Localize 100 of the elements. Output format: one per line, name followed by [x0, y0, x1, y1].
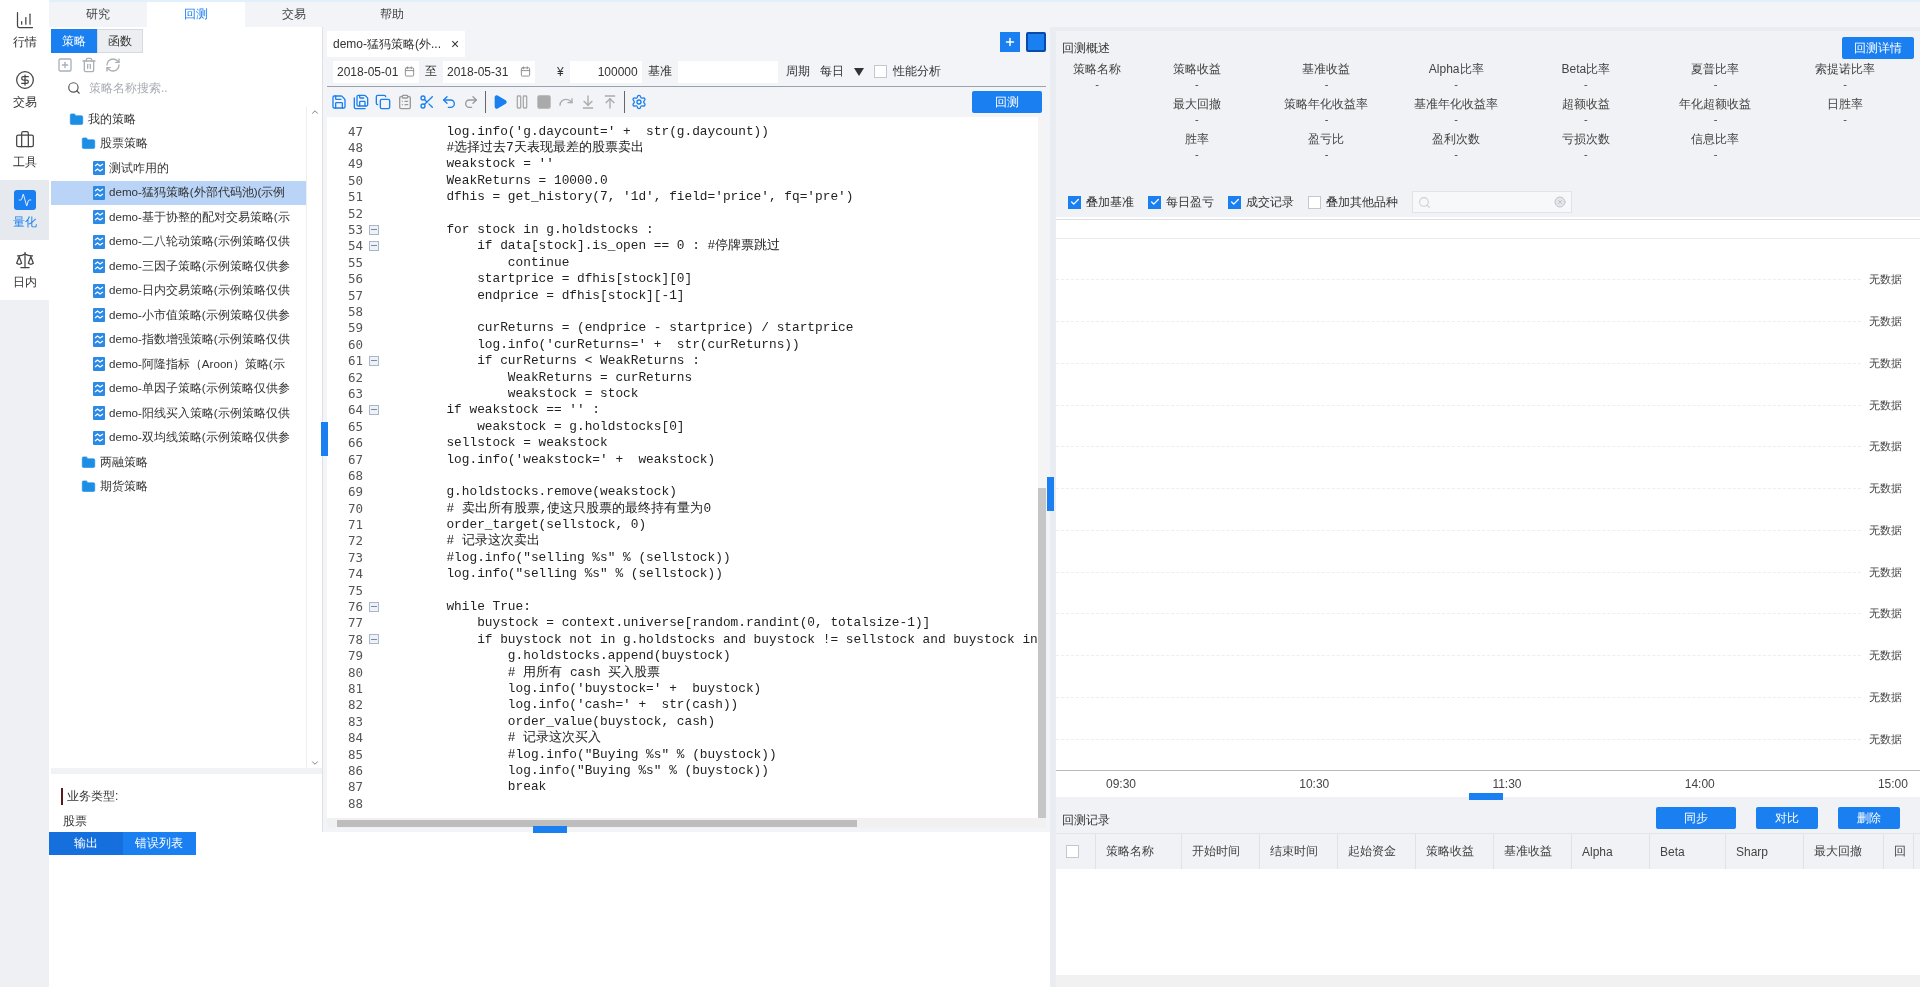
fold-toggle[interactable]: [369, 634, 379, 645]
nav-item[interactable]: 交易: [0, 60, 49, 120]
nav-item[interactable]: 工具: [0, 120, 49, 180]
fold-toggle[interactable]: [369, 601, 379, 612]
details-button[interactable]: 回测详情: [1842, 37, 1914, 59]
tree-item[interactable]: demo-单因子策略(示例策略仅供参: [51, 376, 306, 401]
search-field[interactable]: [1412, 191, 1572, 213]
checkbox[interactable]: [1308, 195, 1321, 209]
splitter-handle[interactable]: [533, 826, 567, 833]
document-icon: [93, 332, 105, 347]
checkbox[interactable]: [1068, 195, 1081, 209]
scissors-icon[interactable]: [419, 94, 435, 110]
fold-toggle[interactable]: [369, 240, 379, 251]
square-button[interactable]: [1026, 32, 1046, 52]
copy-icon[interactable]: [375, 94, 391, 110]
pause-icon[interactable]: [514, 94, 530, 110]
checkbox[interactable]: [873, 65, 887, 78]
clear-icon[interactable]: [1554, 196, 1566, 208]
tree-item[interactable]: 股票策略: [51, 131, 306, 156]
arrow-up-icon[interactable]: [309, 107, 320, 117]
save-icon[interactable]: [331, 94, 347, 110]
code-line: WeakReturns = curReturns: [506, 369, 693, 385]
metric-label: 日胜率: [1827, 96, 1864, 113]
action-button[interactable]: 同步: [1656, 807, 1736, 829]
tab-title: demo-猛犸策略(外...: [333, 35, 441, 53]
metric-value: -: [1095, 78, 1099, 90]
metric-value: -: [1195, 148, 1199, 160]
tree-item[interactable]: 我的策略: [51, 107, 306, 132]
tree-item[interactable]: demo-基于协整的配对交易策略(示: [51, 205, 306, 230]
step-out-icon[interactable]: [602, 94, 618, 110]
code-line: sellstock = weakstock: [445, 435, 608, 451]
play-icon[interactable]: [492, 94, 508, 110]
fold-toggle[interactable]: [369, 404, 379, 415]
axis-label: 无数据: [1869, 272, 1902, 288]
trash-icon[interactable]: [81, 57, 97, 73]
sidebar-tab[interactable]: 策略: [51, 29, 97, 53]
save-all-icon[interactable]: [353, 94, 369, 110]
line-number: 57: [346, 287, 363, 303]
scrollbar[interactable]: [327, 818, 1046, 828]
checkbox[interactable]: [1148, 195, 1161, 209]
line-number: 88: [346, 795, 363, 811]
nav-item[interactable]: 行情: [0, 0, 49, 60]
fold-toggle[interactable]: [369, 355, 379, 366]
axis-label: 无数据: [1869, 355, 1902, 371]
tree-item[interactable]: 期货策略: [51, 474, 306, 499]
tree-item[interactable]: demo-阳线买入策略(示例策略仅供: [51, 401, 306, 426]
add-icon[interactable]: [57, 57, 73, 73]
stop-icon[interactable]: [536, 94, 552, 110]
nav-item[interactable]: 日内: [0, 240, 49, 300]
folder-icon: [69, 111, 84, 127]
code-line: # 用所有 cash 买入股票: [506, 663, 661, 681]
redo-icon[interactable]: [463, 94, 479, 110]
checkbox[interactable]: [1228, 195, 1241, 209]
metric-value: -: [1454, 113, 1458, 125]
axis-label: 无数据: [1869, 606, 1902, 622]
top-tab[interactable]: 研究: [49, 2, 147, 27]
tree-item[interactable]: demo-二八轮动策略(示例策略仅供: [51, 229, 306, 254]
date-field[interactable]: 2018-05-31: [443, 60, 535, 83]
bar-chart-icon: [14, 9, 35, 30]
refresh-icon[interactable]: [105, 57, 121, 73]
output-tab[interactable]: 输出: [49, 832, 123, 855]
top-tab[interactable]: 回测: [147, 2, 245, 27]
settings-icon[interactable]: [631, 94, 647, 110]
add-button[interactable]: [1000, 32, 1020, 52]
tree-item[interactable]: 测试咋用的: [51, 156, 306, 181]
close-button[interactable]: ×: [451, 36, 460, 52]
code-line: log.info('weakstock=' + weakstock): [445, 451, 716, 467]
tree-item[interactable]: demo-三因子策略(示例策略仅供参: [51, 254, 306, 279]
top-tab[interactable]: 交易: [245, 2, 343, 27]
arrow-down-icon[interactable]: [309, 758, 320, 768]
code-line: log.info("selling %s" % (sellstock)): [445, 566, 723, 582]
top-tab[interactable]: 帮助: [343, 2, 441, 27]
search-field[interactable]: 策略名称搜索..: [87, 80, 312, 96]
undo-icon[interactable]: [441, 94, 457, 110]
metric-value: -: [1584, 148, 1588, 160]
action-button[interactable]: 对比: [1756, 807, 1818, 829]
splitter-handle[interactable]: [1469, 793, 1503, 800]
splitter-handle[interactable]: [321, 422, 328, 456]
axis-label: 11:30: [1492, 777, 1522, 791]
tree-item[interactable]: demo-阿隆指标（Aroon）策略(示: [51, 352, 306, 377]
step-into-icon[interactable]: [580, 94, 596, 110]
backtest-button[interactable]: 回测: [972, 91, 1042, 113]
line-number: 79: [346, 648, 363, 664]
capital-field[interactable]: 100000: [569, 60, 642, 83]
checkbox[interactable]: [1066, 845, 1079, 858]
fold-toggle[interactable]: [369, 224, 379, 235]
tree-item[interactable]: demo-日内交易策略(示例策略仅供: [51, 278, 306, 303]
splitter-handle[interactable]: [1047, 477, 1054, 511]
date-field[interactable]: 2018-05-01: [333, 60, 419, 83]
action-button[interactable]: 删除: [1838, 807, 1900, 829]
tree-item[interactable]: demo-双均线策略(示例策略仅供参: [51, 425, 306, 450]
document-icon: [93, 381, 105, 396]
sidebar-tab[interactable]: 函数: [97, 29, 143, 53]
code-line: if buystock not in g.holdstocks and buystock != sellstock and buystock in: [476, 631, 1038, 647]
editor-tab[interactable]: demo-猛犸策略(外... ×: [327, 31, 466, 57]
tree-item[interactable]: demo-小市值策略(示例策略仅供参: [51, 303, 306, 328]
tree-item[interactable]: demo-猛犸策略(外部代码池)(示例: [51, 180, 306, 205]
tree-item[interactable]: 两融策略: [51, 450, 306, 475]
clipboard-icon[interactable]: [397, 94, 413, 110]
tree-item[interactable]: demo-指数增强策略(示例策略仅供: [51, 327, 306, 352]
